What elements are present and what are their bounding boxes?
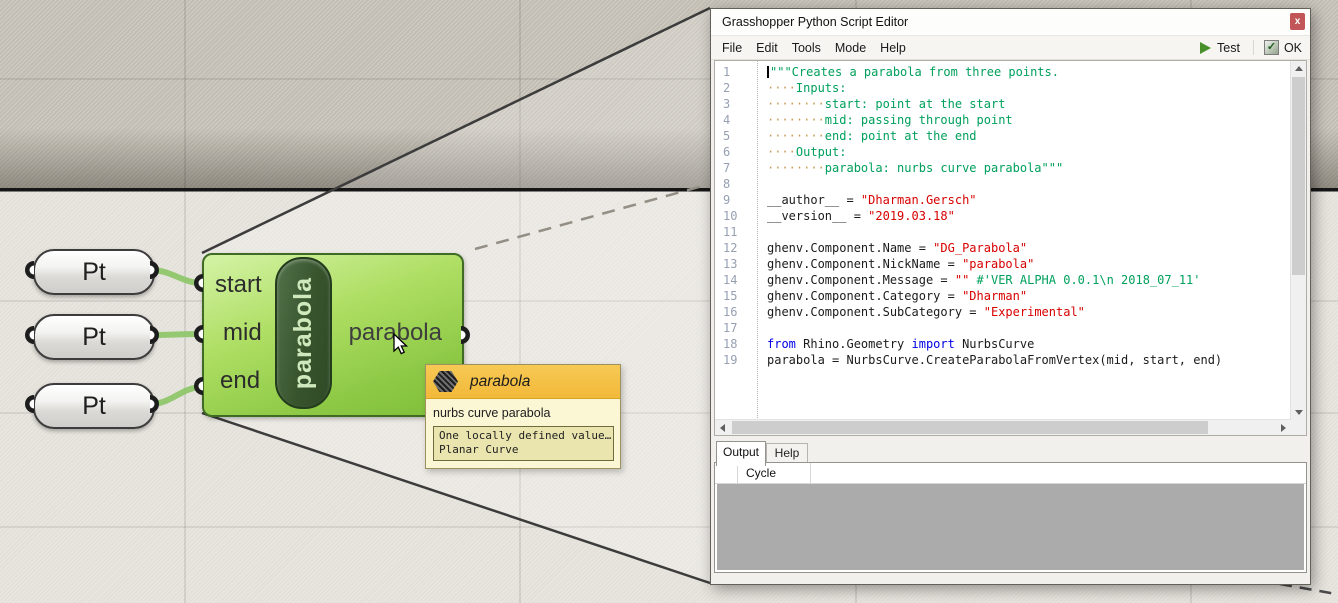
code-line[interactable]: ghenv.Component.Name = "DG_Parabola": [767, 240, 1291, 256]
title-bar[interactable]: Grasshopper Python Script Editor x: [711, 9, 1310, 36]
tooltip-body: nurbs curve parabola One locally defined…: [426, 399, 620, 468]
tooltip-header: parabola: [426, 365, 620, 399]
line-number: 11: [723, 225, 738, 239]
tab-output[interactable]: Output: [716, 441, 766, 466]
line-number: 8: [723, 177, 731, 191]
line-number: 6: [723, 145, 731, 159]
line-number: 18: [723, 337, 738, 351]
line-number: 13: [723, 257, 738, 271]
scroll-right-icon[interactable]: [1276, 420, 1291, 435]
code-line[interactable]: ········mid: passing through point: [767, 112, 1291, 128]
point-param-label: Pt: [82, 391, 106, 420]
line-number: 5: [723, 129, 731, 143]
scrollbar-corner: [1291, 420, 1306, 435]
code-line[interactable]: ghenv.Component.Category = "Dharman": [767, 288, 1291, 304]
play-icon: [1200, 41, 1211, 54]
line-number: 14: [723, 273, 738, 287]
code-line[interactable]: ····Inputs:: [767, 80, 1291, 96]
point-param-capsule[interactable]: Pt: [33, 383, 155, 429]
line-number: 15: [723, 289, 738, 303]
code-line[interactable]: parabola = NurbsCurve.CreateParabolaFrom…: [767, 352, 1291, 368]
output-table-body: [717, 484, 1304, 570]
code-line[interactable]: from Rhino.Geometry import NurbsCurve: [767, 336, 1291, 352]
horizontal-scroll-thumb[interactable]: [732, 421, 1208, 434]
line-number: 17: [723, 321, 738, 335]
scroll-up-icon[interactable]: [1291, 61, 1306, 76]
menu-item-tools[interactable]: Tools: [792, 41, 821, 55]
check-icon: ✓: [1263, 40, 1279, 55]
menu-item-mode[interactable]: Mode: [835, 41, 866, 55]
line-number: 1: [723, 65, 731, 79]
code-editor[interactable]: 1 2 3 4 5 6 7 8 9 10 11 12 13 14 15 16 17 18 19 """Creates…: [714, 60, 1307, 436]
curve-hexagon-icon: [433, 371, 458, 392]
component-vertical-label: parabola: [289, 276, 317, 390]
component-name-capsule[interactable]: parabola: [275, 257, 332, 409]
code-line[interactable]: ghenv.Component.SubCategory = "Experimen…: [767, 304, 1291, 320]
window-title: Grasshopper Python Script Editor: [722, 15, 909, 29]
tooltip-value-summary: One locally defined value…: [439, 429, 612, 442]
code-line[interactable]: ghenv.Component.Message = "" #'VER ALPHA…: [767, 272, 1291, 288]
close-button[interactable]: x: [1290, 13, 1305, 30]
code-line[interactable]: ghenv.Component.NickName = "parabola": [767, 256, 1291, 272]
test-label: Test: [1217, 40, 1240, 55]
code-line[interactable]: ········start: point at the start: [767, 96, 1291, 112]
code-line[interactable]: ········parabola: nurbs curve parabola""…: [767, 160, 1291, 176]
point-param-capsule[interactable]: Pt: [33, 249, 155, 295]
line-number: 4: [723, 113, 731, 127]
line-number: 10: [723, 209, 738, 223]
vertical-scroll-thumb[interactable]: [1292, 77, 1305, 275]
scroll-left-icon[interactable]: [715, 420, 730, 435]
component-input-mid[interactable]: mid: [223, 319, 262, 347]
output-tooltip: parabola nurbs curve parabola One locall…: [425, 364, 621, 469]
menu-bar: File Edit Tools Mode Help Test ✓ OK: [711, 36, 1310, 60]
code-text-area[interactable]: """Creates a parabola from three points.…: [758, 61, 1291, 420]
vertical-scrollbar[interactable]: [1290, 61, 1306, 420]
horizontal-scrollbar[interactable]: [715, 419, 1291, 435]
point-param-label: Pt: [82, 257, 106, 286]
line-number: 12: [723, 241, 738, 255]
tooltip-value-box: One locally defined value… Planar Curve: [433, 426, 614, 461]
code-line[interactable]: __version__ = "2019.03.18": [767, 208, 1291, 224]
line-number: 7: [723, 161, 731, 175]
line-number: 2: [723, 81, 731, 95]
ok-label: OK: [1283, 40, 1302, 55]
point-param-capsule[interactable]: Pt: [33, 314, 155, 360]
output-panel: Output Help Cycle: [714, 441, 1307, 573]
line-number: 16: [723, 305, 738, 319]
code-line[interactable]: [767, 320, 1291, 336]
code-line[interactable]: ········end: point at the end: [767, 128, 1291, 144]
scroll-down-icon[interactable]: [1291, 405, 1306, 420]
output-table-header: Cycle: [715, 463, 1306, 484]
tooltip-title: parabola: [470, 372, 531, 390]
point-param-label: Pt: [82, 322, 106, 351]
tooltip-description: nurbs curve parabola: [433, 406, 551, 420]
dashed-wire-lower[interactable]: [1279, 582, 1337, 596]
component-input-end[interactable]: end: [220, 367, 260, 395]
code-line[interactable]: """Creates a parabola from three points.: [767, 64, 1291, 80]
output-index-column: [715, 463, 738, 483]
text-caret: [767, 66, 769, 78]
mouse-cursor-icon: [393, 333, 409, 355]
output-table: Cycle: [714, 462, 1307, 573]
code-line[interactable]: [767, 176, 1291, 192]
menu-item-file[interactable]: File: [722, 41, 742, 55]
code-line[interactable]: ····Output:: [767, 144, 1291, 160]
line-number-gutter: 1 2 3 4 5 6 7 8 9 10 11 12 13 14 15 16 17 18 19: [715, 61, 758, 420]
tooltip-value-type: Planar Curve: [439, 443, 519, 456]
menu-item-help[interactable]: Help: [880, 41, 906, 55]
ok-button[interactable]: ✓ OK: [1252, 40, 1302, 55]
cycle-column-header: Cycle: [737, 463, 811, 483]
line-number: 19: [723, 353, 738, 367]
code-line[interactable]: [767, 224, 1291, 240]
test-button[interactable]: Test: [1200, 41, 1240, 55]
menu-item-edit[interactable]: Edit: [756, 41, 778, 55]
code-line[interactable]: __author__ = "Dharman.Gersch": [767, 192, 1291, 208]
python-script-editor-window: Grasshopper Python Script Editor x File E…: [710, 8, 1311, 585]
line-number: 9: [723, 193, 731, 207]
line-number: 3: [723, 97, 731, 111]
component-input-start[interactable]: start: [215, 271, 262, 299]
